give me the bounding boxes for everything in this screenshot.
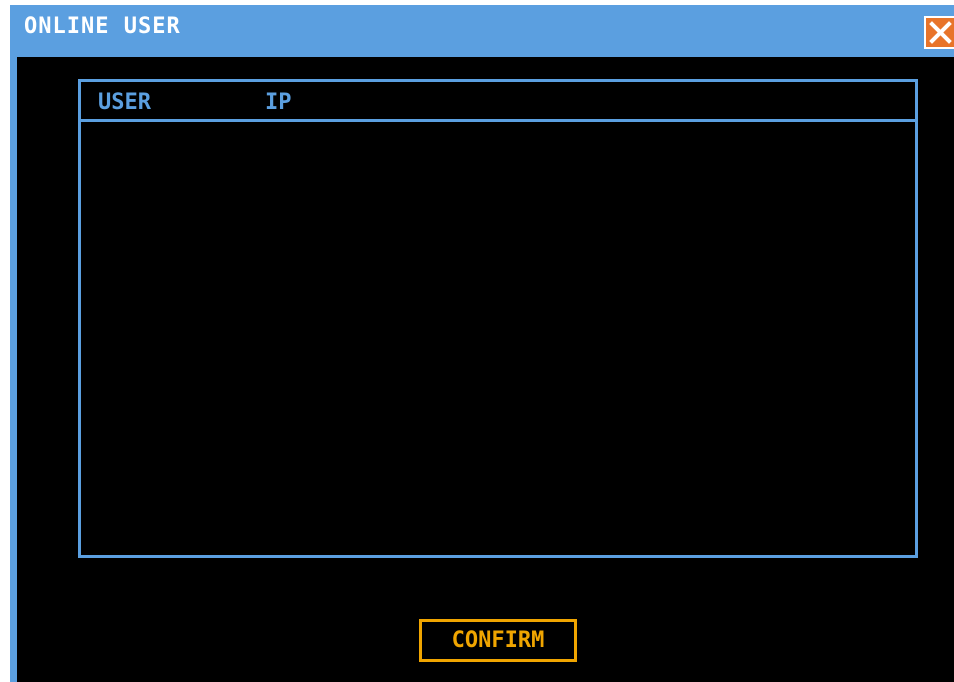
confirm-button[interactable]: CONFIRM	[419, 619, 577, 662]
list-header: USER IP	[81, 82, 915, 122]
list-body[interactable]	[81, 122, 915, 555]
dialog-title: ONLINE USER	[24, 14, 181, 39]
column-header-user[interactable]: USER	[98, 90, 151, 115]
close-button[interactable]	[924, 16, 954, 49]
title-bar: ONLINE USER	[10, 5, 954, 57]
online-user-list: USER IP	[78, 79, 918, 558]
column-header-ip[interactable]: IP	[265, 90, 292, 115]
online-user-dialog: ONLINE USER USER IP CONFIRM	[10, 5, 954, 682]
close-icon	[929, 21, 952, 44]
